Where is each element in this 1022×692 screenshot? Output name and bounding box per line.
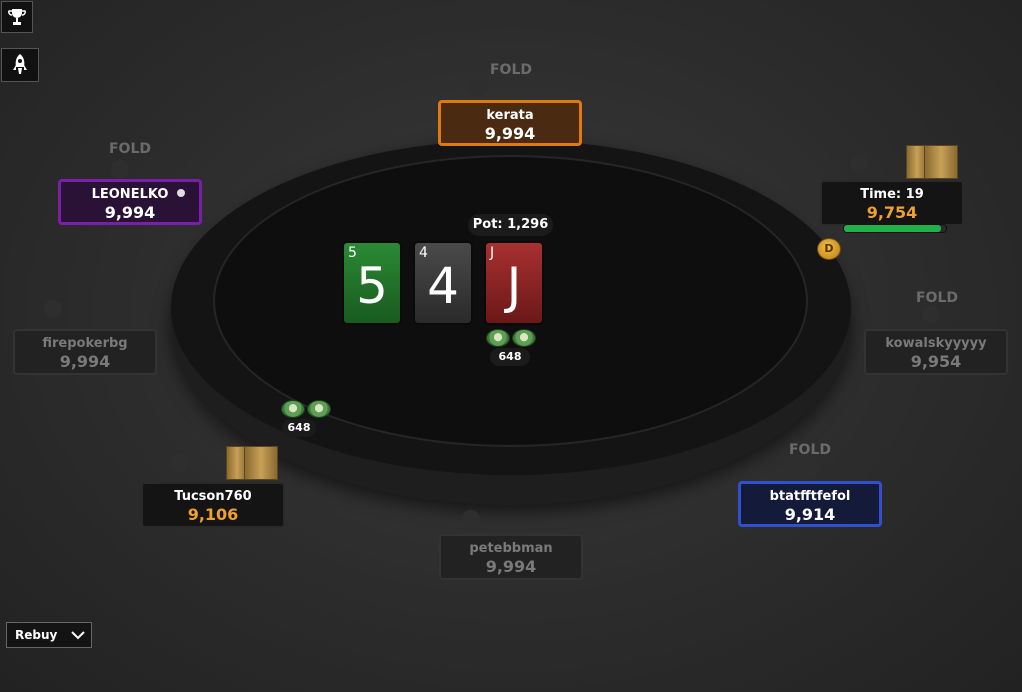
player-stack: 9,994 [59, 352, 111, 371]
chip [512, 329, 536, 347]
bet-amount: 648 [282, 419, 316, 437]
timer-fill [844, 225, 941, 232]
board-card: 4 4 [413, 241, 473, 325]
player-name: kerata [486, 108, 534, 123]
player-name: petebbman [469, 541, 553, 556]
seat-petebbman[interactable]: petebbman 9,994 [439, 534, 583, 580]
seat-kerata[interactable]: kerata 9,994 [438, 100, 582, 146]
seat-marker [470, 78, 488, 96]
seat-tucson760[interactable]: Tucson760 9,106 [141, 482, 285, 528]
seat-marker [111, 160, 129, 178]
card-rank: 5 [356, 257, 388, 315]
trophy-icon [8, 9, 26, 25]
board-card: 5 5 [342, 241, 402, 325]
seat-marker [800, 458, 818, 476]
board-card: J J [484, 241, 544, 325]
player-stack: 9,994 [484, 124, 536, 143]
fold-label-btatfftfefol: FOLD [788, 442, 831, 458]
rebuy-select[interactable]: Rebuy [6, 622, 92, 648]
fold-label-kerata: FOLD [489, 62, 532, 78]
player-stack: 9,994 [104, 203, 156, 222]
rocket-icon [13, 54, 27, 74]
bet-amount: 648 [490, 348, 530, 366]
seat-kowalskyyyyy[interactable]: kowalskyyyyy 9,954 [864, 329, 1008, 375]
player-stack: 9,106 [187, 505, 239, 524]
sitting-out-dot [177, 189, 185, 197]
chip [486, 329, 510, 347]
seat-marker [170, 454, 188, 472]
player-name: kowalskyyyyy [885, 336, 987, 351]
card-rank: J [506, 257, 522, 315]
pot-label: Pot: 1,296 [468, 214, 553, 236]
card-back [924, 145, 958, 179]
seat-leonelko[interactable]: LEONELKO 9,994 [58, 179, 202, 225]
player-stack: 9,994 [485, 557, 537, 576]
card-rank: 4 [427, 257, 459, 315]
seat-marker [850, 155, 868, 173]
rocket-button[interactable] [1, 48, 39, 82]
seat-marker [462, 510, 480, 528]
player-name: Tucson760 [174, 489, 252, 504]
fold-label-leonelko: FOLD [108, 141, 151, 157]
dealer-button: D [817, 238, 841, 260]
turn-timer: Time: 19 [860, 187, 924, 202]
trophy-button[interactable] [1, 1, 33, 33]
fold-label-kowalskyyyyy: FOLD [915, 290, 958, 306]
player-stack: 9,914 [784, 505, 836, 524]
player-stack: 9,954 [910, 352, 962, 371]
chevron-down-icon [71, 631, 85, 640]
seat-firepokerbg[interactable]: firepokerbg 9,994 [13, 329, 157, 375]
seat-hero[interactable]: Time: 19 9,754 [820, 180, 964, 226]
chip [307, 400, 331, 418]
player-name: btatfftfefol [769, 489, 851, 504]
player-name: firepokerbg [42, 336, 128, 351]
player-stack: 9,754 [866, 203, 918, 222]
chip [281, 400, 305, 418]
timer-bar [843, 224, 947, 233]
seat-btatfftfefol[interactable]: btatfftfefol 9,914 [738, 481, 882, 527]
seat-marker [922, 305, 940, 323]
card-back [244, 446, 278, 480]
seat-marker [44, 300, 62, 318]
rebuy-label: Rebuy [15, 628, 58, 642]
